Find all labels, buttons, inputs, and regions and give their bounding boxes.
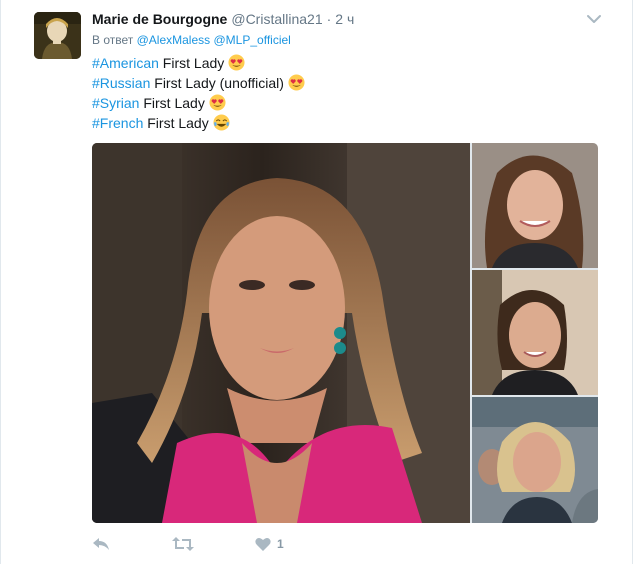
media-grid — [92, 143, 598, 523]
tweet-line: #Syrian First Lady — [92, 93, 305, 113]
heart-eyes-emoji-icon — [209, 94, 226, 111]
like-button[interactable]: 1 — [255, 533, 284, 555]
line-text: First Lady — [143, 115, 209, 131]
heart-eyes-emoji-icon — [288, 74, 305, 91]
photo-main[interactable] — [92, 143, 470, 523]
hashtag-link[interactable]: #Syrian — [92, 95, 139, 111]
tweet-text: #American First Lady #Russian First Lady… — [92, 53, 305, 133]
author-username[interactable]: @Cristallina21 — [231, 11, 322, 27]
tweet-line: #American First Lady — [92, 53, 305, 73]
tweet-line: #French First Lady — [92, 113, 305, 133]
photo-thumbnail[interactable] — [472, 270, 598, 395]
tweet-header: Marie de Bourgogne @Cristallina21 · 2 ч — [92, 11, 354, 27]
tears-of-joy-emoji-icon — [213, 114, 230, 131]
tweet-line: #Russian First Lady (unofficial) — [92, 73, 305, 93]
heart-icon — [255, 537, 271, 551]
line-text: First Lady (unofficial) — [150, 75, 284, 91]
line-text: First Lady — [158, 55, 225, 71]
tweet-timestamp[interactable]: 2 ч — [335, 11, 354, 27]
reply-button[interactable] — [92, 533, 110, 555]
heart-eyes-emoji-icon — [228, 54, 245, 71]
like-count: 1 — [277, 537, 284, 551]
tweet-card: Marie de Bourgogne @Cristallina21 · 2 ч В о… — [0, 0, 633, 564]
separator-dot: · — [326, 11, 332, 27]
author-full-name[interactable]: Marie de Bourgogne — [92, 11, 227, 27]
reply-mention[interactable]: @AlexMaless — [137, 33, 211, 47]
photo-thumbnail[interactable] — [472, 397, 598, 523]
hashtag-link[interactable]: #Russian — [92, 75, 150, 91]
avatar[interactable] — [34, 12, 81, 59]
photo-thumbnail[interactable] — [472, 143, 598, 268]
reply-context: В ответ @AlexMaless @MLP_officiel — [92, 33, 291, 47]
retweet-button[interactable] — [172, 533, 194, 555]
hashtag-link[interactable]: #French — [92, 115, 143, 131]
chevron-down-icon[interactable] — [586, 12, 602, 24]
retweet-icon — [172, 537, 194, 551]
hashtag-link[interactable]: #American — [92, 55, 159, 71]
reply-mention[interactable]: @MLP_officiel — [214, 33, 291, 47]
reply-icon — [93, 538, 109, 550]
reply-prefix: В ответ — [92, 33, 134, 47]
line-text: First Lady — [139, 95, 205, 111]
